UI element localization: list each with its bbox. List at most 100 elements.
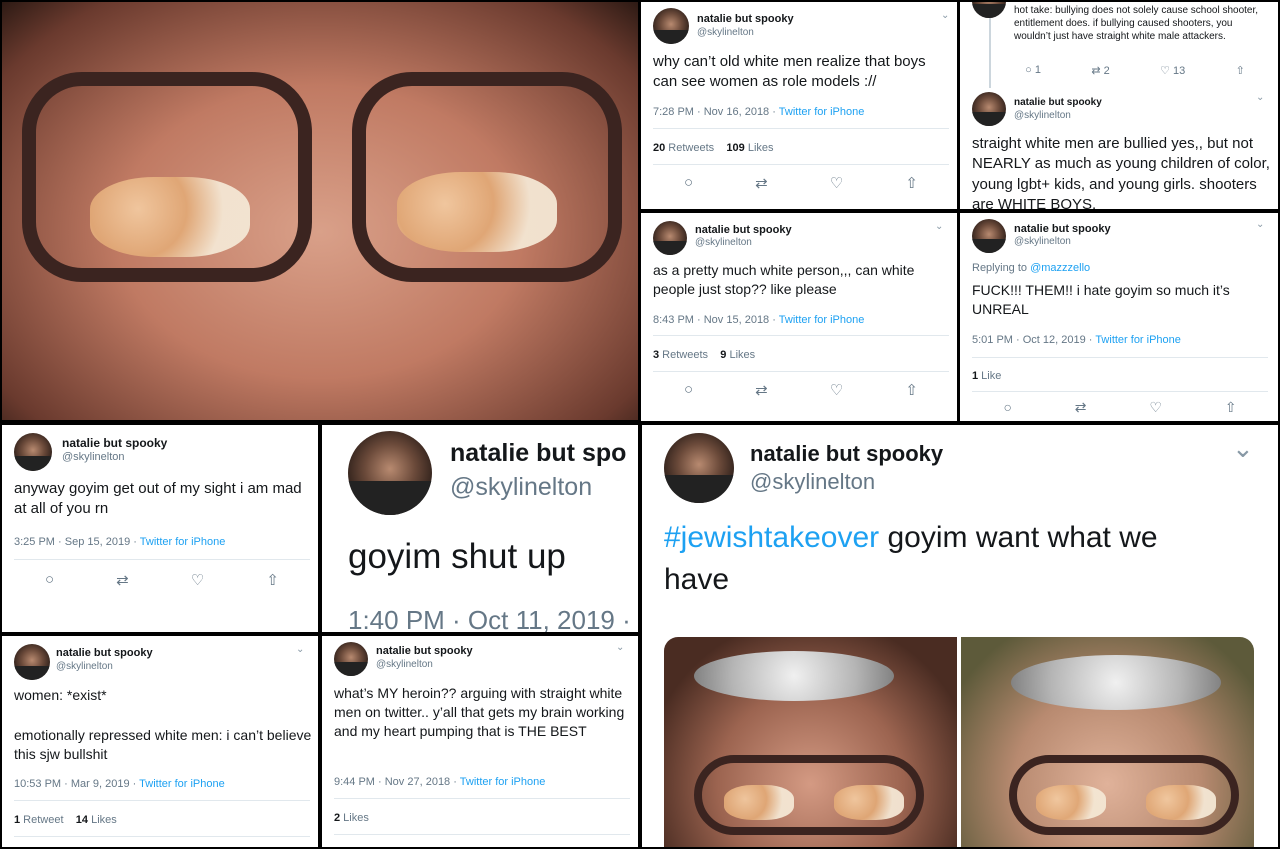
user-handle[interactable]: @skylinelton xyxy=(56,661,113,672)
share-icon[interactable]: ⇧ xyxy=(1225,399,1237,416)
user-handle[interactable]: @skylinelton xyxy=(697,27,754,38)
avatar[interactable] xyxy=(972,2,1006,18)
display-name[interactable]: natalie but spooky xyxy=(1014,97,1102,108)
avatar[interactable] xyxy=(664,433,734,503)
display-name[interactable]: natalie but spooky xyxy=(1014,223,1111,235)
tweet-card[interactable]: natalie but spo @skylinelton goyim shut … xyxy=(322,425,638,632)
avatar[interactable] xyxy=(14,433,52,471)
user-handle[interactable]: @skylinelton xyxy=(695,237,752,248)
share-icon[interactable]: ⇧ xyxy=(905,174,918,192)
tweet-card[interactable]: natalie but spooky @skylinelton ⌄ Replyi… xyxy=(960,213,1278,421)
source-link[interactable]: Twitter for iPhone xyxy=(1095,334,1181,346)
reply-count[interactable]: ○ 1 xyxy=(1025,64,1041,77)
display-name[interactable]: natalie but spooky xyxy=(697,13,794,25)
action-bar: ○ ⇄ ♡ ⇧ xyxy=(972,399,1268,416)
retweet-count[interactable]: ⇄ 2 xyxy=(1091,64,1109,77)
user-handle[interactable]: @skylinelton xyxy=(376,659,433,670)
action-bar: ○ 1 ⇄ 2 ♡ 13 ⇧ xyxy=(1000,64,1270,77)
share-icon[interactable]: ⇧ xyxy=(266,571,279,589)
media-grid[interactable] xyxy=(664,637,1254,847)
source-link[interactable]: Twitter for iPhone xyxy=(779,106,865,118)
tweet-text: #jewishtakeover goyim want what we have xyxy=(664,517,1224,601)
retweet-label: Retweet xyxy=(20,814,64,826)
tweet-timestamp: 3:25 PM · Sep 15, 2019 · Twitter for iPh… xyxy=(14,536,225,548)
tweet-text: anyway goyim get out of my sight i am ma… xyxy=(14,480,302,518)
tweet-text: straight white men are bullied yes,, but… xyxy=(972,135,1270,209)
chevron-down-icon[interactable]: ⌄ xyxy=(1232,433,1254,464)
source-link[interactable]: Twitter for iPhone xyxy=(139,778,225,790)
retweet-icon[interactable]: ⇄ xyxy=(755,174,768,192)
chevron-down-icon[interactable]: ⌄ xyxy=(1256,92,1264,103)
chevron-down-icon[interactable]: ⌄ xyxy=(616,642,624,653)
retweet-count[interactable]: 20 xyxy=(653,142,665,154)
selfie-photo xyxy=(2,2,638,420)
like-count[interactable]: 14 xyxy=(76,814,88,826)
avatar[interactable] xyxy=(334,642,368,676)
tweet-timestamp: 10:53 PM · Mar 9, 2019 · Twitter for iPh… xyxy=(14,778,225,790)
tweet-card[interactable]: hot take: bullying does not solely cause… xyxy=(960,2,1278,209)
user-handle[interactable]: @skylinelton xyxy=(750,469,875,495)
reply-icon[interactable]: ○ xyxy=(684,381,693,399)
cherub-sticker xyxy=(724,785,794,820)
source-link[interactable]: Twitter for iPhone xyxy=(140,536,226,548)
avatar[interactable] xyxy=(653,8,689,44)
tweet-card[interactable]: natalie but spooky @skylinelton ⌄ why ca… xyxy=(641,2,957,209)
avatar[interactable] xyxy=(653,221,687,255)
avatar[interactable] xyxy=(14,644,50,680)
avatar[interactable] xyxy=(972,219,1006,253)
tweet-card[interactable]: natalie but spooky @skylinelton ⌄ as a p… xyxy=(641,213,957,421)
display-name[interactable]: natalie but spooky xyxy=(62,436,167,450)
timestamp: 7:28 PM · Nov 16, 2018 · xyxy=(653,106,779,118)
user-handle[interactable]: @skylinelton xyxy=(450,473,592,502)
share-icon[interactable]: ⇧ xyxy=(1236,64,1245,77)
reply-icon[interactable]: ○ xyxy=(684,174,693,192)
attached-photo[interactable] xyxy=(664,637,957,847)
attached-photo[interactable] xyxy=(961,637,1254,847)
like-count[interactable]: ♡ 13 xyxy=(1160,64,1185,77)
retweet-count-value: 2 xyxy=(1103,65,1110,77)
avatar[interactable] xyxy=(972,92,1006,126)
source-link[interactable]: Twitter for iPhone xyxy=(460,776,546,788)
source-link[interactable]: Twitter for iPhone xyxy=(779,314,865,326)
user-handle[interactable]: @skylinelton xyxy=(62,451,125,463)
like-icon[interactable]: ♡ xyxy=(191,571,204,589)
tweet-card[interactable]: natalie but spooky @skylinelton ⌄ #jewis… xyxy=(642,425,1278,847)
chevron-down-icon[interactable]: ⌄ xyxy=(941,10,949,21)
like-icon[interactable]: ♡ xyxy=(1149,399,1162,416)
tweet-card[interactable]: natalie but spooky @skylinelton anyway g… xyxy=(2,425,318,632)
tweet-timestamp: 7:28 PM · Nov 16, 2018 · Twitter for iPh… xyxy=(653,106,864,118)
display-name[interactable]: natalie but spooky xyxy=(695,224,792,236)
retweet-icon[interactable]: ⇄ xyxy=(116,571,129,589)
display-name[interactable]: natalie but spooky xyxy=(56,647,153,659)
tweet-card[interactable]: natalie but spooky @skylinelton ⌄ women:… xyxy=(2,636,318,847)
divider xyxy=(972,391,1268,392)
retweet-icon[interactable]: ⇄ xyxy=(1075,399,1087,416)
action-bar: ○ ⇄ ♡ ⇧ xyxy=(653,174,949,192)
share-icon[interactable]: ⇧ xyxy=(905,381,918,399)
display-name[interactable]: natalie but spooky xyxy=(376,645,473,657)
hashtag-link[interactable]: #jewishtakeover xyxy=(664,521,879,554)
divider xyxy=(14,559,310,560)
chevron-down-icon[interactable]: ⌄ xyxy=(1256,219,1264,230)
chevron-down-icon[interactable]: ⌄ xyxy=(296,644,304,655)
mention-link[interactable]: @mazzzello xyxy=(1030,262,1090,274)
reply-icon[interactable]: ○ xyxy=(45,571,54,589)
reply-icon[interactable]: ○ xyxy=(1003,399,1011,416)
user-handle[interactable]: @skylinelton xyxy=(1014,110,1071,121)
divider xyxy=(14,800,310,801)
chevron-down-icon[interactable]: ⌄ xyxy=(935,221,943,232)
tweet-stats: 3 Retweets 9 Likes xyxy=(653,349,755,361)
replying-label: Replying to xyxy=(972,262,1031,274)
display-name[interactable]: natalie but spooky xyxy=(750,441,943,467)
tweet-text: what’s MY heroin?? arguing with straight… xyxy=(334,685,625,739)
avatar[interactable] xyxy=(348,431,432,515)
retweet-icon[interactable]: ⇄ xyxy=(755,381,768,399)
like-label: Likes xyxy=(88,814,117,826)
display-name[interactable]: natalie but spo xyxy=(450,439,626,468)
tweet-card[interactable]: natalie but spooky @skylinelton ⌄ what’s… xyxy=(322,636,638,847)
like-count[interactable]: 109 xyxy=(726,142,744,154)
user-handle[interactable]: @skylinelton xyxy=(1014,236,1071,247)
like-icon[interactable]: ♡ xyxy=(830,174,843,192)
tweet-text: hot take: bullying does not solely cause… xyxy=(1014,5,1259,42)
like-icon[interactable]: ♡ xyxy=(830,381,843,399)
